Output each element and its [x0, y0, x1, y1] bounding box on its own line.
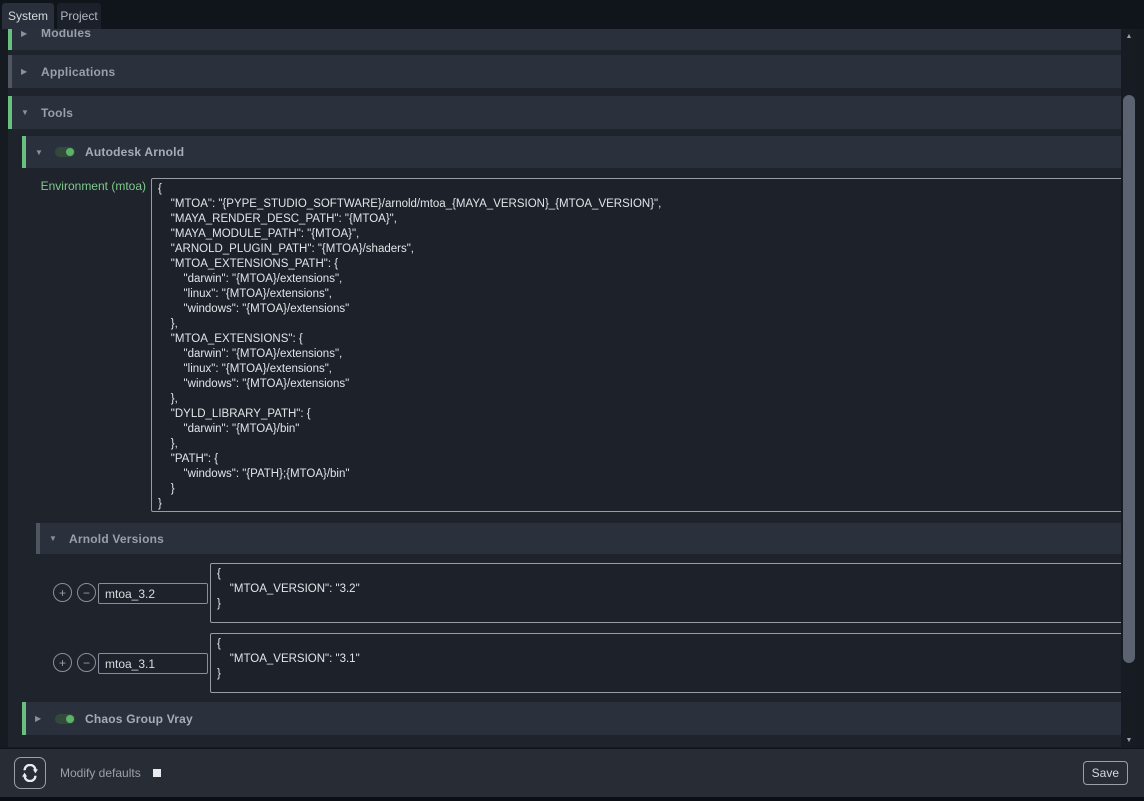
tab-bar: System Project: [0, 0, 1144, 29]
refresh-icon: [21, 764, 39, 782]
section-header-applications[interactable]: ▶ Applications: [8, 55, 1121, 88]
refresh-button[interactable]: [14, 757, 46, 789]
toggle-knob-icon: [66, 148, 74, 156]
chevron-down-icon: ▼: [49, 534, 59, 543]
chevron-down-icon: ▼: [35, 148, 45, 157]
window-bottom-edge: [0, 797, 1144, 801]
remove-version-button[interactable]: −: [77, 583, 96, 602]
footer-toolbar: Modify defaults Save: [0, 748, 1144, 797]
section-header-modules[interactable]: ▶ Modules: [8, 29, 1121, 50]
version-name-input[interactable]: [98, 653, 208, 674]
settings-scroll-area: ▶ Modules ▶ Applications ▼ Tools ▼ Autod…: [8, 29, 1121, 747]
chevron-right-icon: ▶: [21, 29, 31, 38]
tab-system[interactable]: System: [2, 3, 54, 29]
scrollbar-thumb[interactable]: [1123, 95, 1135, 663]
scroll-up-button[interactable]: ▲: [1122, 29, 1136, 43]
tab-project[interactable]: Project: [57, 3, 101, 29]
environment-mtoa-label: Environment (mtoa): [8, 179, 146, 193]
save-button[interactable]: Save: [1083, 761, 1128, 785]
arnold-versions-label: Arnold Versions: [69, 532, 164, 546]
vertical-scrollbar[interactable]: ▲ ▼: [1122, 29, 1136, 747]
section-label: Tools: [41, 106, 73, 120]
chevron-right-icon: ▶: [21, 67, 31, 76]
vray-enable-toggle[interactable]: [55, 714, 75, 724]
remove-version-button[interactable]: −: [77, 653, 96, 672]
version-json-textarea[interactable]: { "MTOA_VERSION": "3.2" }: [210, 563, 1121, 623]
arnold-enable-toggle[interactable]: [55, 147, 75, 157]
chevron-down-icon: ▼: [21, 108, 31, 117]
modify-defaults-checkbox[interactable]: [153, 769, 161, 777]
section-header-tools[interactable]: ▼ Tools: [8, 96, 1121, 129]
version-json-textarea[interactable]: { "MTOA_VERSION": "3.1" }: [210, 633, 1121, 693]
section-label: Modules: [41, 29, 91, 40]
vray-section-header[interactable]: ▶ Chaos Group Vray: [22, 702, 1121, 735]
modify-defaults-label: Modify defaults: [60, 766, 141, 780]
environment-json-textarea[interactable]: { "MTOA": "{PYPE_STUDIO_SOFTWARE}/arnold…: [151, 178, 1121, 512]
toggle-knob-icon: [66, 715, 74, 723]
arnold-versions-header[interactable]: ▼ Arnold Versions: [36, 523, 1121, 554]
chevron-right-icon: ▶: [35, 714, 45, 723]
version-name-input[interactable]: [98, 583, 208, 604]
add-version-button[interactable]: +: [53, 583, 72, 602]
arnold-section-label: Autodesk Arnold: [85, 145, 184, 159]
scroll-down-button[interactable]: ▼: [1122, 733, 1136, 747]
vray-section-label: Chaos Group Vray: [85, 712, 193, 726]
arnold-section-header[interactable]: ▼ Autodesk Arnold: [22, 136, 1121, 168]
section-label: Applications: [41, 65, 115, 79]
add-version-button[interactable]: +: [53, 653, 72, 672]
